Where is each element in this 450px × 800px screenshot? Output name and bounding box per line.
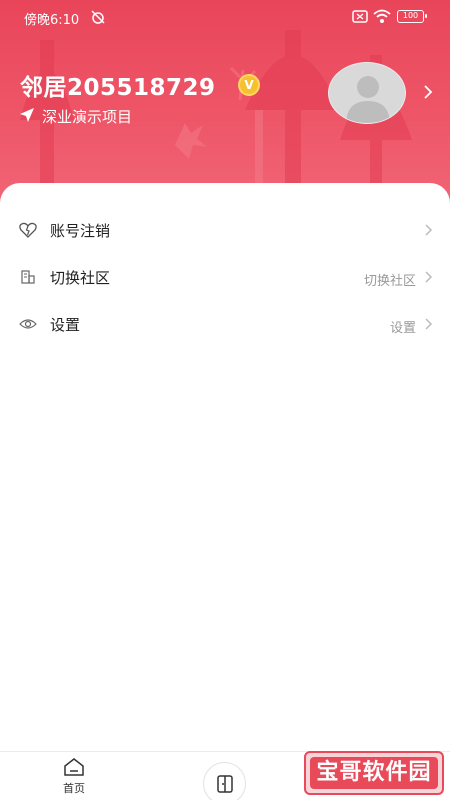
watermark-text: 宝哥软件园 — [310, 757, 438, 789]
menu-item-label: 切换社区 — [50, 269, 111, 287]
battery-indicator: 100 — [397, 10, 427, 23]
heart-broken-icon — [19, 222, 37, 238]
community-name[interactable]: 深业演示项目 — [42, 106, 132, 127]
location-arrow-icon — [20, 108, 34, 122]
building-icon — [21, 270, 35, 284]
menu-item-settings[interactable]: 设置 设置 — [0, 301, 450, 347]
tab-home-label: 首页 — [63, 782, 85, 795]
wifi-icon — [373, 9, 391, 23]
menu-item-value: 切换社区 — [363, 274, 416, 289]
profile-header: 傍晚6:10 100 邻居205518729 V 深业演示项目 — [0, 0, 450, 205]
tab-home[interactable]: 首页 — [29, 752, 119, 800]
menu-item-switch-community[interactable]: 切换社区 切换社区 — [0, 254, 450, 300]
chevron-right-icon — [425, 271, 433, 283]
chevron-right-icon — [425, 318, 433, 330]
watermark-logo: 宝哥软件园 — [304, 751, 444, 795]
default-user-icon — [346, 76, 390, 123]
door-icon — [217, 775, 233, 793]
status-time: 傍晚6:10 — [24, 13, 80, 28]
home-icon — [64, 758, 84, 776]
menu-item-value: 设置 — [389, 321, 416, 336]
menu-card: 账号注销 切换社区 切换社区 设置 设置 — [0, 183, 450, 751]
menu-item-label: 账号注销 — [50, 222, 111, 240]
door-open-button[interactable] — [203, 762, 246, 800]
menu-item-label: 设置 — [50, 316, 81, 334]
menu-item-account-cancel[interactable]: 账号注销 — [0, 207, 450, 253]
avatar[interactable] — [328, 62, 406, 124]
status-bar: 傍晚6:10 100 — [0, 0, 450, 34]
vip-badge-icon: V — [238, 74, 260, 96]
profile-chevron-right-icon[interactable] — [422, 84, 434, 100]
chevron-right-icon — [425, 224, 433, 236]
username: 邻居205518729 — [20, 75, 216, 101]
alarm-off-icon — [91, 10, 105, 24]
eye-icon — [19, 319, 37, 329]
sim-off-icon — [352, 10, 368, 23]
